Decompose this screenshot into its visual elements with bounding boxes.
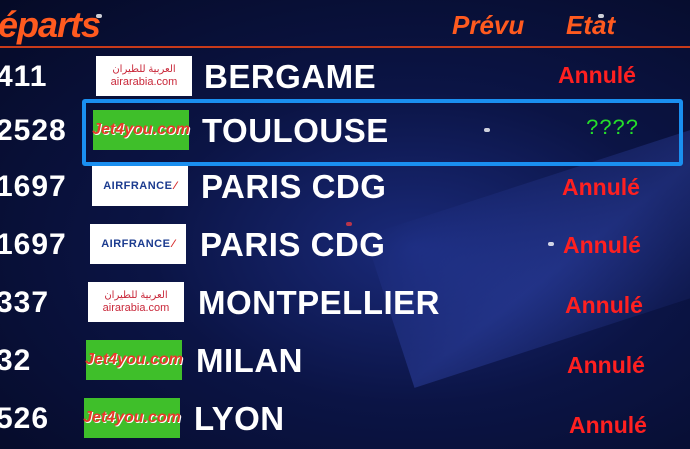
- status-cancelled: Annulé: [567, 352, 645, 378]
- airfrance-logo: AIRFRANCE ⁄: [90, 224, 186, 264]
- airfrance-stripe-icon: ⁄: [172, 238, 175, 250]
- column-header-etat: Etat: [566, 10, 616, 40]
- flight-row: 411 العربية للطيران airarabia.com BERGAM…: [0, 50, 690, 106]
- flight-row: 32 Jet4you.com MILAN Annulé: [0, 334, 690, 390]
- highlight-box: [82, 99, 683, 166]
- destination-city: LYON: [194, 400, 285, 437]
- reflection-dot: [548, 242, 554, 246]
- flight-number: 411: [0, 60, 48, 93]
- airfrance-logo: AIRFRANCE ⁄: [92, 166, 188, 206]
- status-cancelled: Annulé: [563, 232, 641, 258]
- flight-number: 1697: [0, 170, 67, 203]
- flight-number: 32: [0, 344, 32, 377]
- destination-city: BERGAME: [204, 58, 377, 95]
- destination-city: MILAN: [196, 342, 303, 379]
- airarabia-logo: العربية للطيران airarabia.com: [88, 282, 184, 322]
- jet4you-logo: Jet4you.com: [85, 340, 183, 380]
- flight-row: 337 العربية للطيران airarabia.com MONTPE…: [0, 276, 690, 332]
- destination-city: PARIS CDG: [201, 168, 387, 205]
- flight-row: 1697 AIRFRANCE ⁄ PARIS CDG Annulé: [0, 160, 690, 216]
- jet4you-logo: Jet4you.com: [83, 398, 181, 438]
- reflection-dot: [484, 128, 490, 132]
- column-header-prevu: Prévu: [452, 10, 525, 40]
- board-title: éparts: [0, 4, 101, 45]
- status-cancelled: Annulé: [562, 174, 640, 200]
- flight-number: 2528: [0, 114, 67, 147]
- status-cancelled: Annulé: [565, 292, 643, 318]
- destination-city: PARIS CDG: [200, 226, 386, 263]
- reflection-dot: [96, 14, 102, 18]
- airarabia-logo: العربية للطيران airarabia.com: [96, 56, 192, 96]
- board-header: éparts Prévu Etat: [0, 0, 690, 48]
- flight-row: 526 Jet4you.com LYON Annulé: [0, 392, 690, 448]
- status-cancelled: Annulé: [569, 412, 647, 438]
- status-cancelled: Annulé: [558, 62, 636, 88]
- flight-number: 526: [0, 402, 50, 435]
- reflection-dot: [346, 222, 352, 226]
- flight-number: 1697: [0, 228, 67, 261]
- flight-number: 337: [0, 286, 50, 319]
- reflection-dot: [598, 14, 604, 18]
- airfrance-stripe-icon: ⁄: [174, 180, 177, 192]
- departures-board: éparts Prévu Etat 411 العربية للطيران ai…: [0, 0, 690, 449]
- destination-city: MONTPELLIER: [198, 284, 440, 321]
- flight-row: 1697 AIRFRANCE ⁄ PARIS CDG Annulé: [0, 218, 690, 274]
